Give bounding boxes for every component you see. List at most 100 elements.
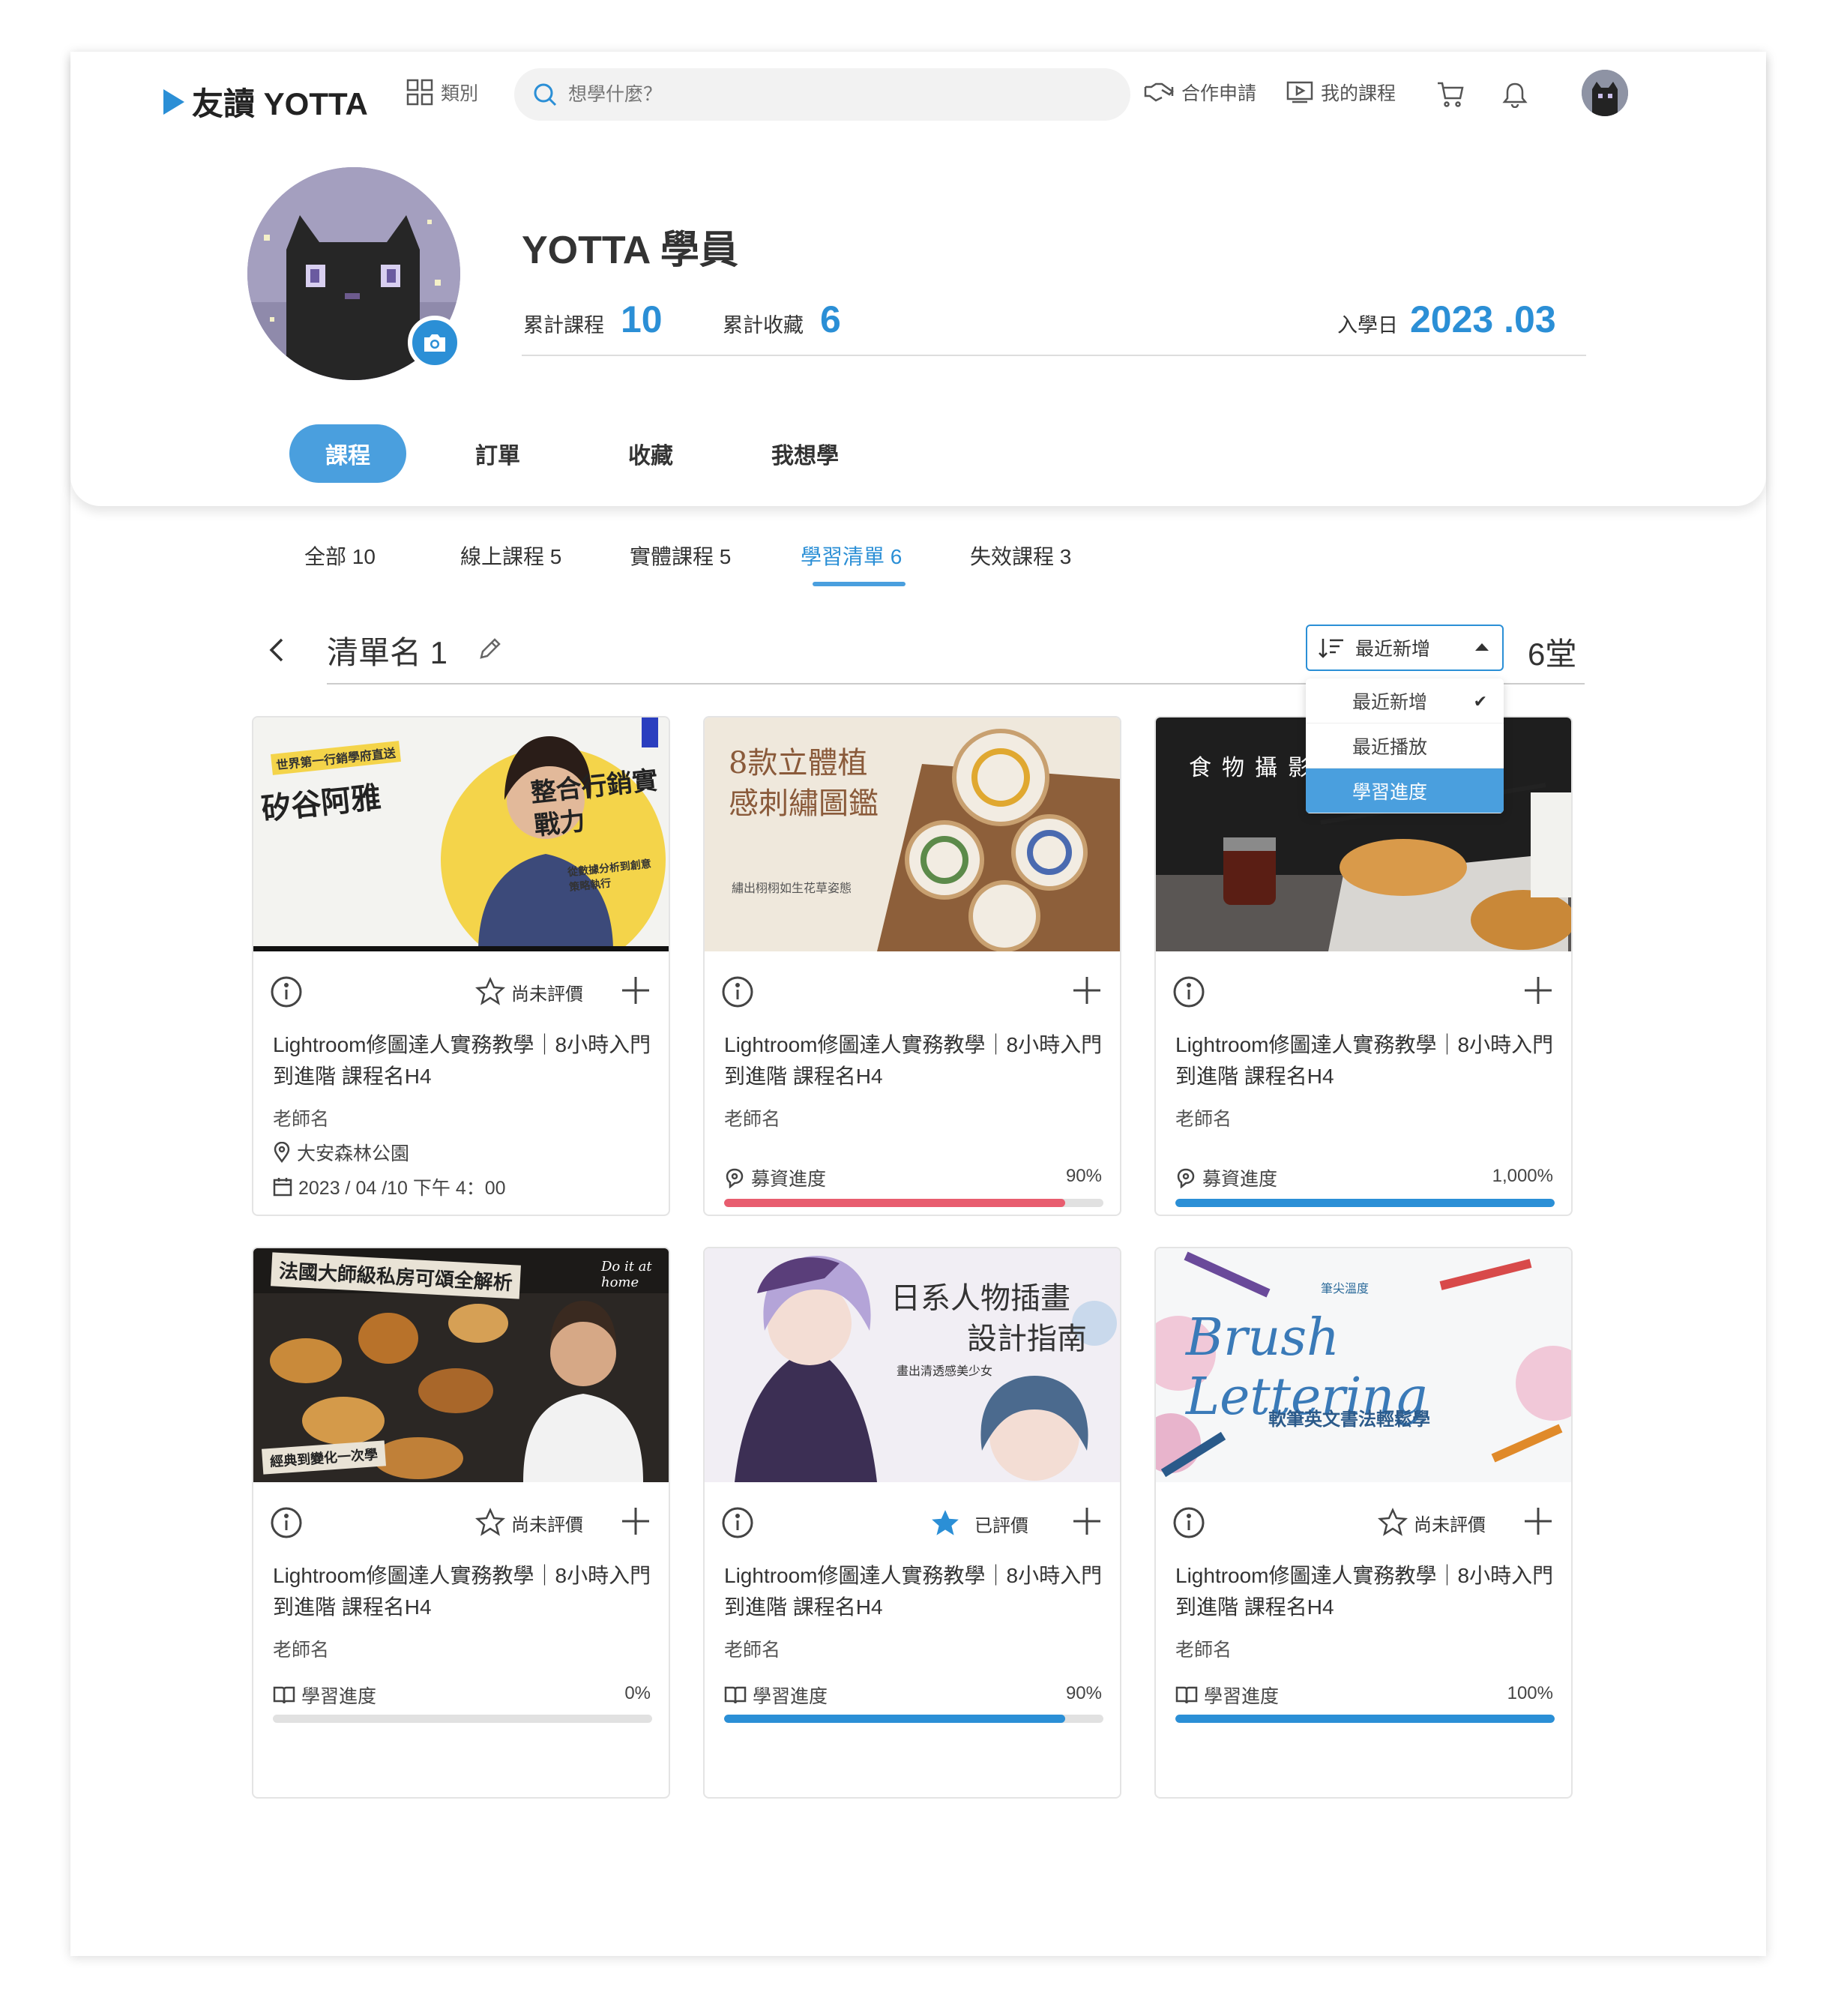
- info-icon: [1173, 976, 1205, 1008]
- info-icon: [271, 976, 302, 1008]
- course-title[interactable]: Lightroom修圖達人實務教學｜8小時入門到進階 課程名H4: [724, 1029, 1108, 1092]
- course-title[interactable]: Lightroom修圖達人實務教學｜8小時入門到進階 課程名H4: [1175, 1029, 1559, 1092]
- check-icon: ✔: [1473, 692, 1487, 711]
- course-card[interactable]: 法國大師級私房可頌全解析 Do it at home 經典到變化一次學 尚未評價…: [252, 1247, 670, 1799]
- total-saved-stat: 累計收藏 6: [723, 298, 841, 341]
- info-button[interactable]: [1172, 975, 1205, 1012]
- course-card[interactable]: 世界第一行銷學府直送 矽谷阿雅 整合行銷實戰力 從數據分析到創意策略執行 尚未評…: [252, 716, 670, 1216]
- info-button[interactable]: [270, 975, 303, 1012]
- rating-label: 已評價: [974, 1515, 1028, 1536]
- subtab-expired[interactable]: 失效課程 3: [970, 541, 1071, 571]
- course-thumbnail: 日系人物插畫 設計指南 畫出清透感美少女: [705, 1248, 1120, 1482]
- subtab-all[interactable]: 全部 10: [304, 541, 376, 571]
- profile-header: 友讀 YOTTA 類別 合作申請 我的課程: [70, 52, 1766, 506]
- course-title[interactable]: Lightroom修圖達人實務教學｜8小時入門到進階 課程名H4: [1175, 1560, 1559, 1623]
- sort-option-recent-added[interactable]: 最近新增 ✔: [1306, 678, 1504, 723]
- progress-value: 90%: [1065, 1166, 1102, 1186]
- camera-icon: [424, 334, 445, 352]
- book-icon: [724, 1686, 747, 1704]
- info-button[interactable]: [1172, 1506, 1205, 1543]
- subtab-learning-list[interactable]: 學習清單 6: [801, 541, 902, 571]
- course-card[interactable]: 日系人物插畫 設計指南 畫出清透感美少女 已評價 Lightroom修圖達人實務…: [703, 1247, 1121, 1799]
- back-button[interactable]: [267, 635, 285, 672]
- book-icon: [1175, 1686, 1198, 1704]
- sort-option-recent-played[interactable]: 最近播放: [1306, 723, 1504, 768]
- thumb-headline: 8款立體植感刺繡圖鑑: [729, 746, 879, 821]
- thumb-note: 筆尖溫度: [1321, 1281, 1370, 1296]
- course-thumbnail: 世界第一行銷學府直送 矽谷阿雅 整合行銷實戰力 從數據分析到創意策略執行: [253, 717, 669, 951]
- info-icon: [1173, 1507, 1205, 1538]
- teacher-name: 老師名: [273, 1640, 330, 1661]
- category-menu[interactable]: 類別: [406, 79, 478, 106]
- sort-option-progress[interactable]: 學習進度: [1306, 768, 1504, 813]
- sort-select[interactable]: 最近新增: [1306, 625, 1504, 671]
- rate-button[interactable]: 尚未評價: [1378, 1508, 1486, 1538]
- enroll-date-label: 入學日: [1337, 314, 1398, 337]
- tab-saved[interactable]: 收藏: [613, 424, 688, 483]
- plus-icon: [1525, 1508, 1552, 1535]
- progress-value: 1,000%: [1492, 1166, 1553, 1186]
- teacher-name: 老師名: [724, 1109, 781, 1130]
- progress-value: 0%: [624, 1683, 651, 1703]
- course-count: 6堂: [1528, 637, 1577, 672]
- location-text: 大安森林公園: [297, 1143, 410, 1164]
- thumb-subtitle: 繡出栩栩如生花草姿態: [732, 881, 852, 895]
- tab-courses[interactable]: 課程: [289, 424, 406, 483]
- sort-option-label: 最近新增: [1352, 691, 1428, 713]
- category-label: 類別: [441, 83, 479, 104]
- my-courses-label: 我的課程: [1321, 83, 1396, 104]
- cart-button[interactable]: [1433, 77, 1468, 112]
- thumb-subtitle: 整合行銷實戰力: [529, 765, 660, 842]
- course-card[interactable]: 筆尖溫度 Brush Lettering 軟筆英文書法輕鬆學 尚未評價 Ligh…: [1154, 1247, 1573, 1799]
- teacher-name: 老師名: [1175, 1109, 1232, 1130]
- add-button[interactable]: [1523, 1506, 1553, 1540]
- rate-button[interactable]: 已評價: [929, 1508, 1028, 1539]
- notification-button[interactable]: [1498, 77, 1532, 112]
- course-card[interactable]: 8款立體植感刺繡圖鑑 繡出栩栩如生花草姿態 Lightroom修圖達人實務教學｜…: [703, 716, 1121, 1216]
- course-title[interactable]: Lightroom修圖達人實務教學｜8小時入門到進階 課程名H4: [273, 1029, 657, 1092]
- sort-icon: [1319, 639, 1343, 658]
- add-button[interactable]: [1072, 1506, 1102, 1540]
- add-button[interactable]: [621, 975, 651, 1009]
- course-thumbnail: 法國大師級私房可頌全解析 Do it at home 經典到變化一次學: [253, 1248, 669, 1482]
- star-outline-icon: [475, 1508, 505, 1536]
- course-title[interactable]: Lightroom修圖達人實務教學｜8小時入門到進階 課程名H4: [724, 1560, 1108, 1623]
- rate-button[interactable]: 尚未評價: [475, 977, 583, 1007]
- info-button[interactable]: [721, 975, 754, 1012]
- course-title[interactable]: Lightroom修圖達人實務教學｜8小時入門到進階 課程名H4: [273, 1560, 657, 1623]
- progress-value: 100%: [1507, 1683, 1553, 1703]
- progress-fill: [1175, 1199, 1555, 1207]
- thumb-subtitle: 設計指南: [967, 1322, 1087, 1356]
- sort-dropdown: 最近新增 ✔ 最近播放 學習進度: [1306, 678, 1504, 813]
- teacher-name: 老師名: [273, 1109, 330, 1130]
- search-bar[interactable]: [514, 68, 1130, 121]
- total-courses-stat: 累計課程 10: [523, 298, 663, 341]
- plus-icon: [1525, 977, 1552, 1004]
- thumb-note: Do it at home: [601, 1259, 652, 1290]
- thumb-headline: 食物攝影: [1189, 755, 1321, 781]
- partner-label: 合作申請: [1181, 83, 1257, 104]
- tab-orders[interactable]: 訂單: [460, 424, 535, 483]
- progress-label: 學習進度: [273, 1682, 376, 1709]
- tab-wishlist[interactable]: 我想學: [760, 424, 850, 483]
- info-button[interactable]: [270, 1506, 303, 1543]
- chevron-left-icon: [269, 638, 283, 662]
- add-button[interactable]: [1072, 975, 1102, 1009]
- info-button[interactable]: [721, 1506, 754, 1543]
- logo[interactable]: 友讀 YOTTA: [163, 79, 368, 124]
- progress-fill: [1175, 1715, 1555, 1723]
- edit-list-name-button[interactable]: [477, 637, 502, 666]
- total-saved-value: 6: [820, 298, 841, 340]
- calendar-icon: [273, 1178, 292, 1197]
- subtab-online[interactable]: 線上課程 5: [460, 541, 561, 571]
- add-button[interactable]: [1523, 975, 1553, 1009]
- add-button[interactable]: [621, 1506, 651, 1540]
- search-input[interactable]: [568, 83, 1093, 106]
- rate-button[interactable]: 尚未評價: [475, 1508, 583, 1538]
- rating-label: 尚未評價: [1414, 1514, 1486, 1535]
- partner-link[interactable]: 合作申請: [1144, 79, 1256, 106]
- change-avatar-button[interactable]: [408, 316, 462, 370]
- my-courses-link[interactable]: 我的課程: [1286, 79, 1396, 106]
- user-avatar[interactable]: [1582, 70, 1628, 116]
- subtab-physical[interactable]: 實體課程 5: [630, 541, 731, 571]
